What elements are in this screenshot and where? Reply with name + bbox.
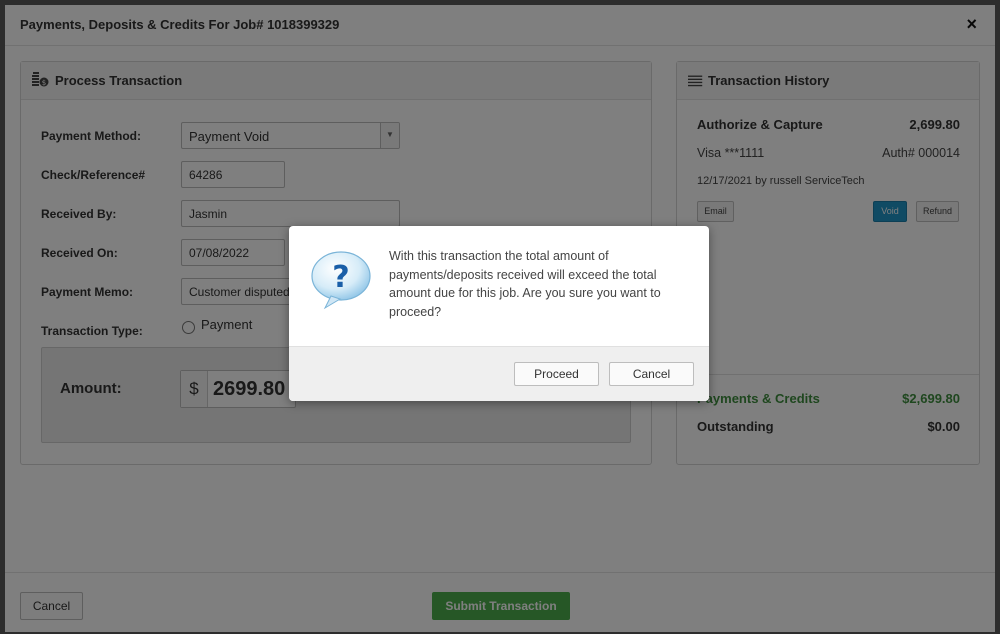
dialog-cancel-button[interactable]: Cancel [609,362,694,386]
question-bubble-icon: ? [311,251,371,310]
proceed-button[interactable]: Proceed [514,362,599,386]
dialog-footer: Proceed Cancel [289,346,709,401]
dialog-message: With this transaction the total amount o… [389,249,661,319]
svg-text:?: ? [332,260,349,295]
confirm-dialog: ? With this transaction the total amount… [289,226,709,401]
